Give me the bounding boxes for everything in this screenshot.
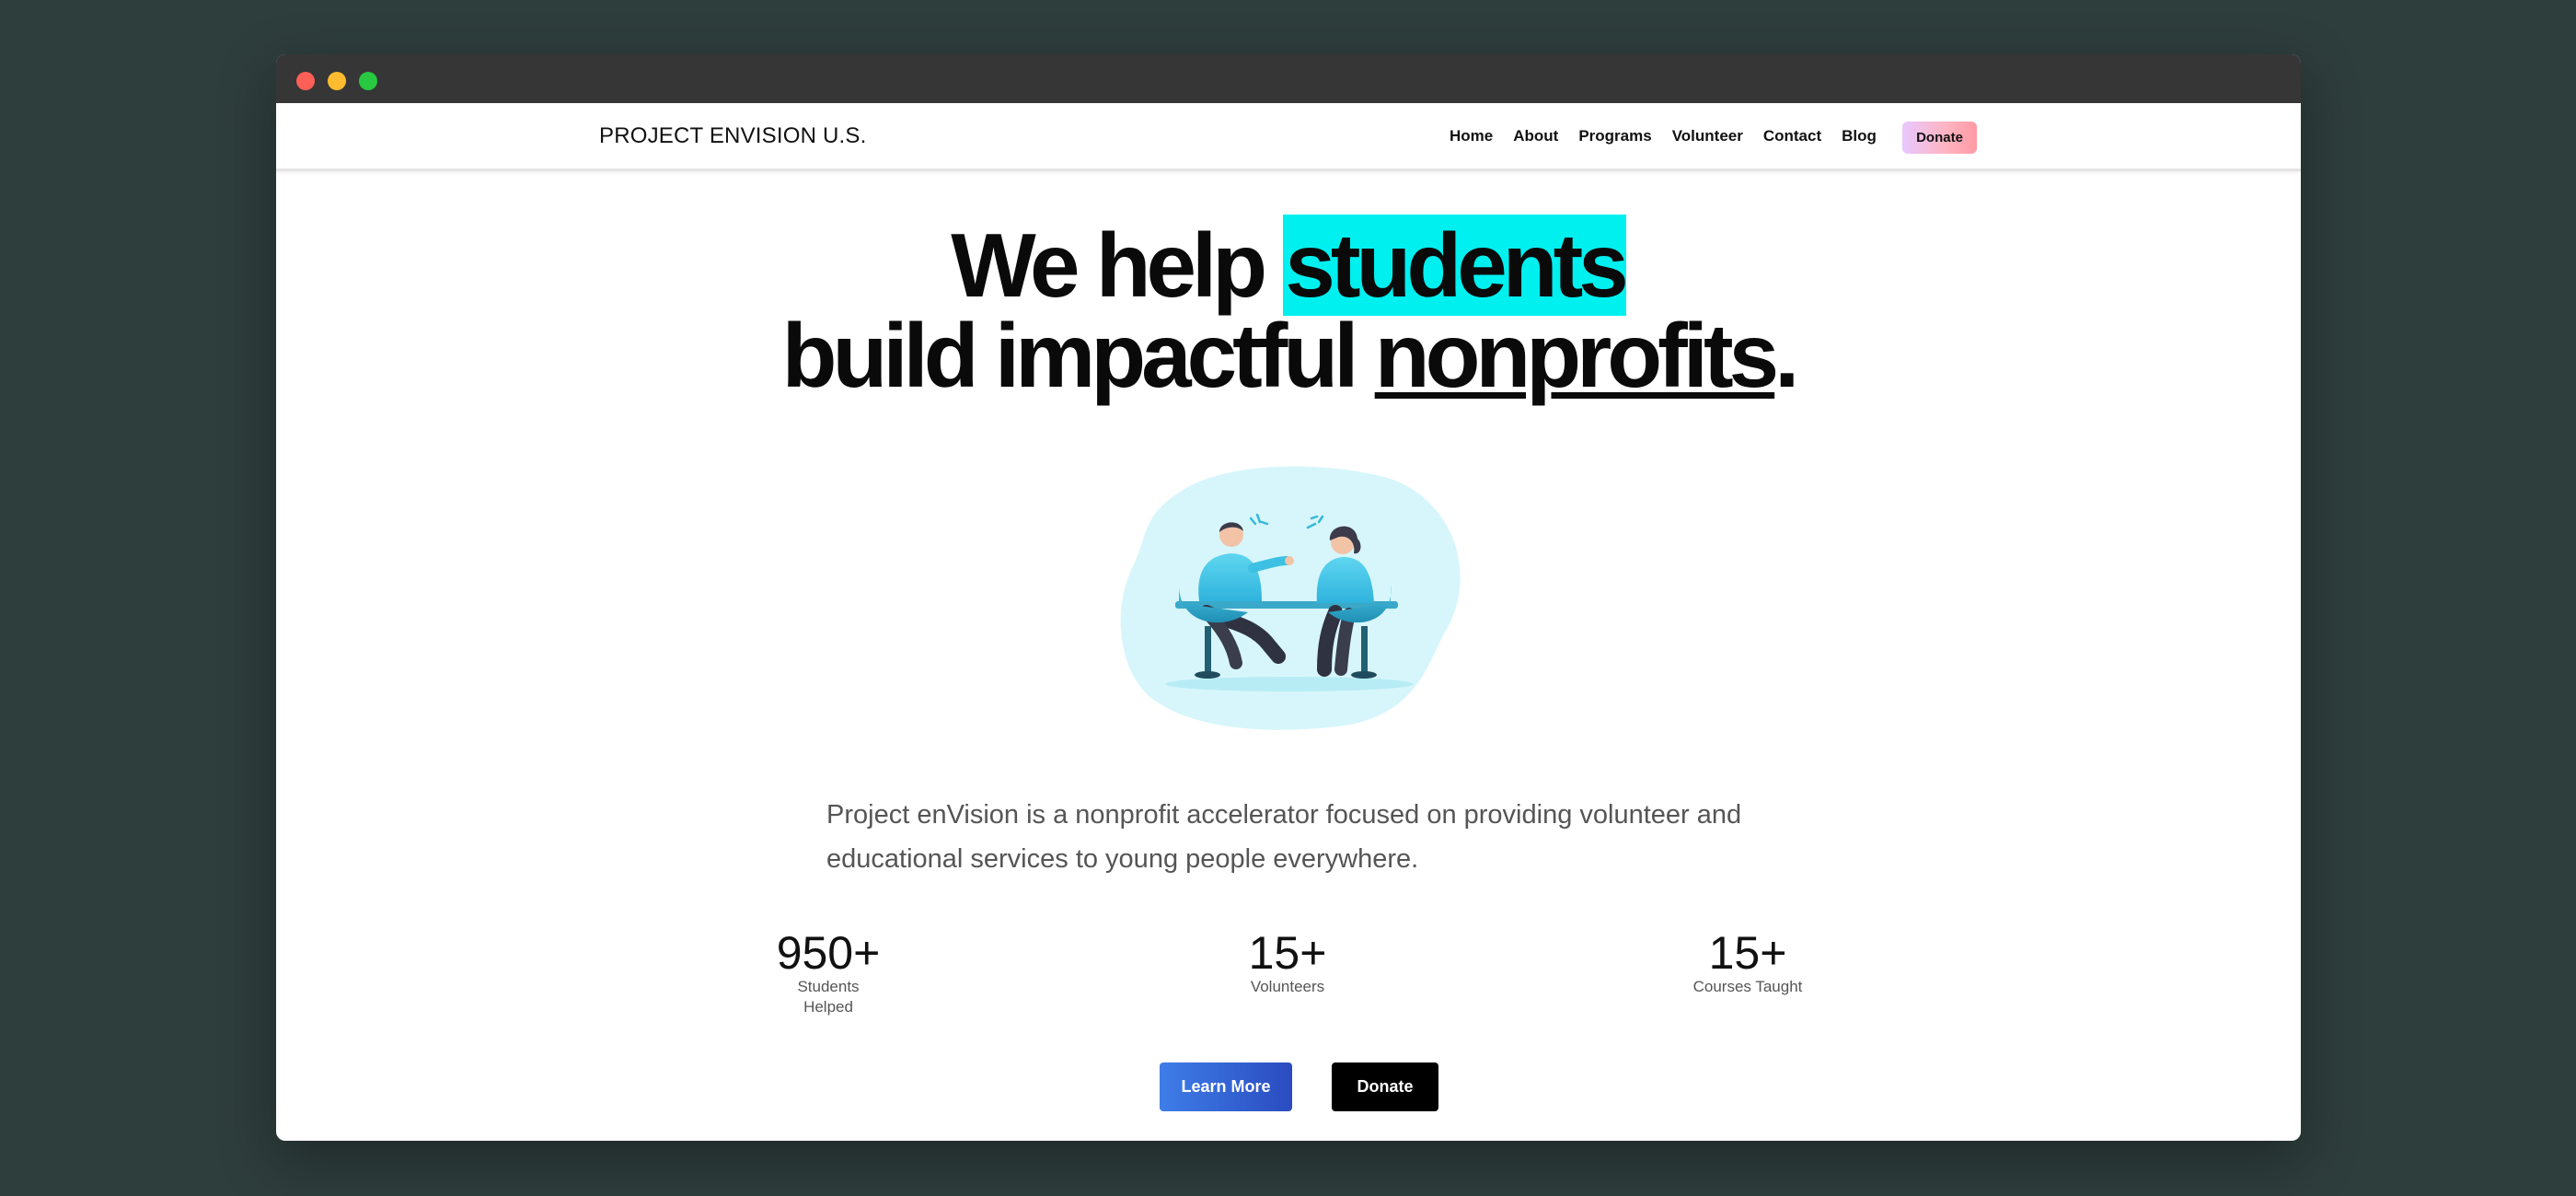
hero-line-2-text: build impactful [781,305,1375,406]
nav-donate-button[interactable]: Donate [1902,122,1977,154]
two-people-talking-illustration [1120,466,1461,730]
stat-volunteers: 15+ Volunteers [1242,929,1334,997]
hero-underline-word: nonprofits [1374,305,1779,406]
hero-heading: We help students build impactful nonprof… [276,215,2301,401]
nav-link-volunteer[interactable]: Volunteer [1672,127,1743,145]
site-brand[interactable]: PROJECT ENVISION U.S. [599,123,866,149]
hero-line-1: We help students [276,215,2301,316]
floor-shadow [1165,677,1414,691]
right-chair-base [1351,671,1377,679]
hero-line-2: build impactful nonprofits. [276,310,2301,401]
hero-period: . [1774,305,1799,406]
hero-description: Project enVision is a nonprofit accelera… [826,800,1742,874]
nav-link-blog[interactable]: Blog [1842,127,1877,145]
right-chair-leg [1361,626,1368,672]
nav-link-about[interactable]: About [1513,127,1558,145]
left-chair-base [1195,671,1220,679]
nav-link-home[interactable]: Home [1450,127,1493,145]
stat-label: Courses Taught [1692,978,1803,995]
window-titlebar [276,54,2301,103]
stat-label: Students Helped [797,978,860,1016]
learn-more-button[interactable]: Learn More [1160,1062,1292,1111]
minimize-window-button[interactable] [328,72,346,90]
donate-button[interactable]: Donate [1332,1062,1438,1111]
site-navbar: PROJECT ENVISION U.S. Home About Program… [276,103,2301,171]
maximize-window-button[interactable] [359,72,377,90]
close-window-button[interactable] [296,72,315,90]
stat-value: 15+ [1708,927,1787,979]
stat-label: Volunteers [1250,978,1325,995]
stats-row: 950+ Students Helped 15+ Volunteers 15+ … [276,929,2301,1016]
right-person-leg-2 [1334,608,1356,676]
stat-value: 15+ [1248,927,1327,979]
stat-value: 950+ [776,927,881,979]
left-chair-leg [1205,626,1211,672]
left-person-hand [1285,556,1294,565]
stat-courses-taught: 15+ Courses Taught [1690,929,1806,997]
browser-window: PROJECT ENVISION U.S. Home About Program… [276,54,2301,1141]
hero-highlight-word: students [1283,215,1629,316]
nav-link-contact[interactable]: Contact [1763,127,1821,145]
stat-students-helped: 950+ Students Helped [772,929,884,1017]
hero-line-1-text: We help [951,215,1284,316]
nav-links: Home About Programs Volunteer Contact Bl… [1450,127,1897,145]
nav-link-programs[interactable]: Programs [1578,127,1651,145]
